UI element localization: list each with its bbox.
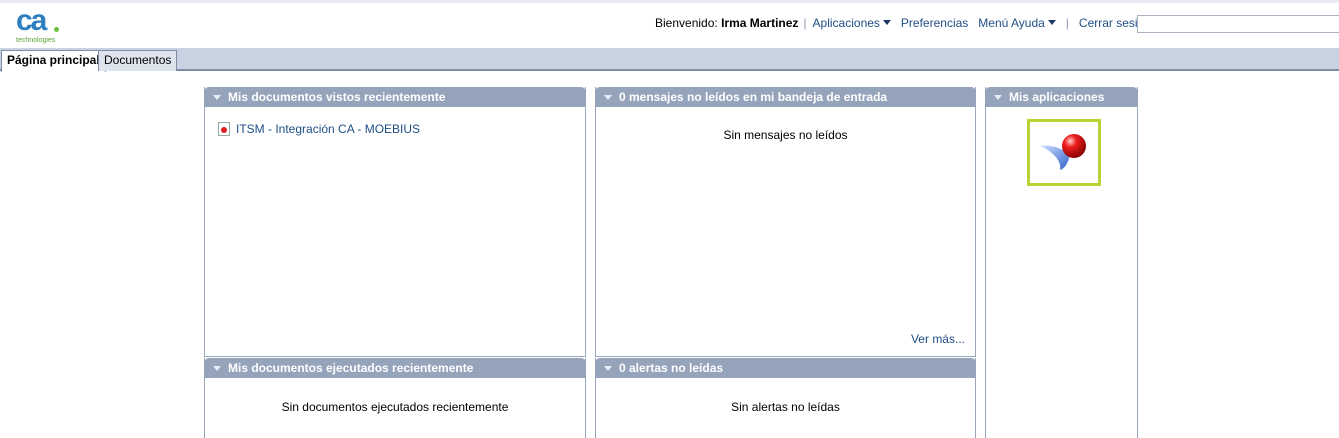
application-tile[interactable] (1027, 119, 1101, 186)
portlet-recent-viewed: Mis documentos vistos recientemente ITSM… (204, 87, 586, 357)
preferences-link[interactable]: Preferencias (901, 16, 968, 30)
empty-messages-text: Sin mensajes no leídos (723, 128, 848, 142)
recent-document-link[interactable]: ITSM - Integración CA - MOEBIUS (218, 122, 420, 136)
nav-divider: | (803, 16, 807, 30)
ca-technologies-logo: ca technologies (14, 4, 60, 47)
welcome-prefix: Bienvenido: (655, 16, 718, 30)
applications-menu[interactable]: Aplicaciones (813, 16, 891, 30)
portlet-header[interactable]: 0 mensajes no leídos en mi bandeja de en… (595, 87, 976, 107)
tab-bar: Página principal Documentos (0, 48, 1339, 72)
top-header: ca technologies Bienvenido: Irma Martine… (0, 0, 1339, 48)
tab-documents[interactable]: Documentos (98, 50, 178, 71)
portlet-title: Mis documentos ejecutados recientemente (228, 361, 474, 375)
document-icon (218, 122, 230, 136)
red-pushpin-icon (1040, 134, 1086, 170)
applications-menu-label: Aplicaciones (812, 16, 880, 30)
portlet-title: 0 mensajes no leídos en mi bandeja de en… (619, 90, 888, 104)
help-menu-label: Menú Ayuda (978, 16, 1045, 30)
help-menu[interactable]: Menú Ayuda (978, 16, 1056, 30)
portlet-header[interactable]: Mis documentos ejecutados recientemente (204, 358, 586, 378)
logo-dot (54, 27, 59, 32)
search-input[interactable] (1137, 15, 1339, 33)
collapse-triangle-icon[interactable] (213, 366, 221, 371)
chevron-down-icon (882, 20, 891, 25)
logo-subtext: technologies (16, 37, 56, 44)
collapse-triangle-icon[interactable] (604, 95, 612, 100)
user-name: Irma Martinez (721, 16, 799, 30)
portlet-title: 0 alertas no leídas (619, 361, 724, 375)
logo-wordmark: ca (16, 4, 47, 37)
portlet-title: Mis documentos vistos recientemente (228, 90, 446, 104)
collapse-triangle-icon[interactable] (604, 366, 612, 371)
portlet-my-apps: Mis aplicaciones (985, 87, 1138, 438)
portlet-unread-messages: 0 mensajes no leídos en mi bandeja de en… (595, 87, 976, 357)
chevron-down-icon (1047, 20, 1056, 25)
portlet-header[interactable]: Mis aplicaciones (985, 87, 1138, 107)
welcome-message: Bienvenido: Irma Martinez (655, 16, 798, 30)
collapse-triangle-icon[interactable] (994, 95, 1002, 100)
portlet-header[interactable]: 0 alertas no leídas (595, 358, 976, 378)
collapse-triangle-icon[interactable] (213, 95, 221, 100)
see-more-link[interactable]: Ver más... (911, 332, 965, 346)
portlet-unread-alerts: 0 alertas no leídas Sin alertas no leída… (595, 358, 976, 438)
portlet-header[interactable]: Mis documentos vistos recientemente (204, 87, 586, 107)
user-nav: Bienvenido: Irma Martinez | Aplicaciones… (655, 16, 1151, 30)
recent-document-title: ITSM - Integración CA - MOEBIUS (236, 122, 421, 136)
portlet-recent-executed: Mis documentos ejecutados recientemente … (204, 358, 586, 438)
tab-home[interactable]: Página principal (1, 50, 106, 72)
empty-executed-text: Sin documentos ejecutados recientemente (281, 400, 509, 414)
empty-alerts-text: Sin alertas no leídas (731, 400, 840, 414)
portlet-title: Mis aplicaciones (1009, 90, 1105, 104)
nav-divider: | (1065, 16, 1069, 30)
